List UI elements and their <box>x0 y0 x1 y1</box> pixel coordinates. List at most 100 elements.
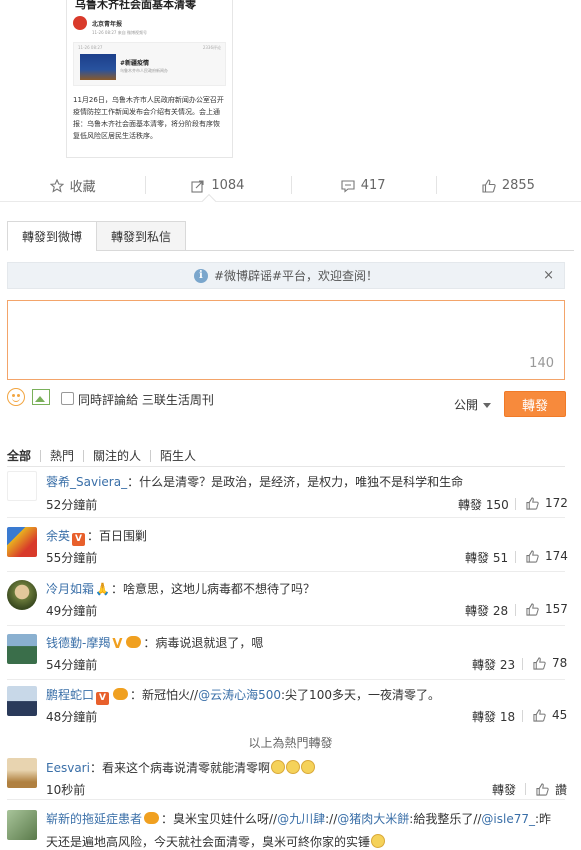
comment-like-button[interactable]: 讚 <box>536 781 567 798</box>
also-comment-checkbox[interactable] <box>61 392 74 405</box>
avatar[interactable] <box>7 580 37 610</box>
comment-icon <box>341 179 355 193</box>
close-icon[interactable]: × <box>543 268 554 283</box>
account-logo <box>73 16 87 30</box>
member-badge-icon <box>144 812 160 824</box>
preview-topic-sub: 乌鲁木齐市人民政府新闻办 <box>120 68 168 73</box>
favorite-button[interactable]: 收藏 <box>0 170 145 201</box>
tab-forward-to-weibo[interactable]: 轉發到微博 <box>7 221 98 251</box>
embedded-article-preview[interactable]: 乌鲁木齐社会面基本清零 北京青年报 11-26 08:27 来自 微博视频号 1… <box>66 0 233 158</box>
chevron-down-icon <box>483 403 492 408</box>
mention-link[interactable]: @云涛心海500 <box>198 688 281 702</box>
visibility-label: 公開 <box>454 398 479 412</box>
comment-body-line2: 天还是遍地高风险，今天就社会面清零，臭米可終你家的实锤 <box>46 835 371 849</box>
avatar[interactable] <box>7 686 37 716</box>
comment-like-button[interactable]: 172 <box>526 496 568 510</box>
comment-user[interactable]: 钱德勤-摩羯 <box>46 636 110 650</box>
emoji-icon[interactable] <box>7 388 25 406</box>
preview-card-count: 2336评论 <box>202 45 221 50</box>
comment-like-button[interactable]: 78 <box>533 656 567 670</box>
action-separator <box>525 783 526 795</box>
preview-account-name: 北京青年报 <box>92 20 123 28</box>
comment-like-count: 172 <box>545 496 568 510</box>
action-separator <box>522 710 523 722</box>
avatar[interactable] <box>7 758 37 788</box>
hands-emoji-icon: 🙏 <box>95 582 110 596</box>
comment-forward-button[interactable]: 轉發 28 <box>465 602 508 619</box>
comment-user[interactable]: 冷月如霜 <box>46 582 94 596</box>
comment-text: 蓉希_Saviera_：什么是清零？是政治，是经济，是权力，唯独不是科学和生命 <box>46 473 463 490</box>
comment-body-rest: :尖了100多天，一夜清零了。 <box>281 688 440 702</box>
comment-like-count: 157 <box>545 602 568 616</box>
comment-body-part: :給我整乐了// <box>409 812 482 826</box>
forward-text-input[interactable] <box>8 301 564 379</box>
comment-body: ：百日围剿 <box>87 529 148 543</box>
preview-card-meta: 11-26 08:27 2336评论 <box>74 43 225 53</box>
list-item: 余英 V ：百日围剿 55分鐘前 轉發 51 174 <box>7 521 568 572</box>
forward-count: 1084 <box>211 178 245 193</box>
mention-link[interactable]: @猪肉大米餅 <box>337 812 409 826</box>
filter-hot[interactable]: 熱門 <box>41 447 83 464</box>
comment-like-button[interactable]: 45 <box>533 708 567 722</box>
star-icon <box>49 178 64 193</box>
avatar[interactable] <box>7 810 37 840</box>
comment-button[interactable]: 417 <box>290 170 436 201</box>
tabs-divider <box>96 250 574 251</box>
like-button[interactable]: 2855 <box>435 170 581 201</box>
preview-video-thumbnail[interactable] <box>80 54 116 80</box>
comment-text: 鹏程蛇口 V ：新冠怕火//@云涛心海500:尖了100多天，一夜清零了。 <box>46 686 440 705</box>
comment-forward-button[interactable]: 轉發 <box>492 781 516 798</box>
comment-like-button[interactable]: 157 <box>526 602 568 616</box>
also-comment-label: 同時評論給 三联生活周刊 <box>78 393 214 407</box>
avatar[interactable] <box>7 634 37 664</box>
mention-link[interactable]: @isle77_ <box>481 812 535 826</box>
verified-badge: V <box>112 637 123 652</box>
image-icon[interactable] <box>32 389 50 405</box>
comment-user[interactable]: Eesvari <box>46 761 90 775</box>
submit-forward-button[interactable]: 轉發 <box>504 391 566 417</box>
thumbs-up-icon <box>526 496 539 510</box>
comment-forward-button[interactable]: 轉發 23 <box>472 656 515 673</box>
comment-user[interactable]: 崭新的拖延症患者 <box>46 812 142 826</box>
preview-topic-tag: #新疆疫情 <box>120 60 150 67</box>
tab-forward-to-message[interactable]: 轉發到私信 <box>97 221 187 251</box>
comment-user[interactable]: 蓉希_Saviera_ <box>46 475 127 489</box>
filter-all[interactable]: 全部 <box>7 447 40 464</box>
comment-like-button[interactable]: 174 <box>526 549 568 563</box>
filter-following[interactable]: 關注的人 <box>84 447 150 464</box>
comment-time: 54分鐘前 <box>46 658 98 672</box>
smile-emoji-icon <box>300 760 315 774</box>
comment-time: 52分鐘前 <box>46 498 98 512</box>
forward-button[interactable]: 1084 <box>145 170 290 201</box>
rumor-notice-bar: i #微博辟谣#平台，欢迎查阅！ × <box>7 262 565 289</box>
visibility-dropdown[interactable]: 公開 <box>454 396 492 413</box>
forward-icon <box>191 179 204 193</box>
preview-video-card[interactable]: 11-26 08:27 2336评论 #新疆疫情 乌鲁木齐市人民政府新闻办 <box>73 42 226 86</box>
notice-text[interactable]: #微博辟谣#平台，欢迎查阅！ <box>214 267 378 284</box>
member-badge-icon <box>126 636 142 648</box>
thumbs-up-icon <box>526 602 539 616</box>
forward-composer: 140 <box>7 300 565 380</box>
comment-time: 55分鐘前 <box>46 551 98 565</box>
avatar[interactable] <box>7 471 37 501</box>
comment-forward-button[interactable]: 轉發 51 <box>465 549 508 566</box>
thumbs-up-icon <box>533 708 546 722</box>
comment-text: 冷月如霜🙏：啥意思，这地儿病毒都不想待了吗？ <box>46 580 315 597</box>
smile-emoji-icon <box>371 834 386 848</box>
thumbs-up-icon <box>536 783 549 796</box>
composer-toolbar: 同時評論給 三联生活周刊 公開 轉發 <box>7 388 567 417</box>
avatar[interactable] <box>7 527 37 557</box>
comment-forward-button[interactable]: 轉發 150 <box>458 496 509 513</box>
comment-user[interactable]: 鹏程蛇口 <box>46 688 94 702</box>
filters-divider <box>7 466 565 467</box>
post-action-bar: 收藏 1084 417 2855 <box>0 170 581 202</box>
comment-filters: 全部 熱門 關注的人 陌生人 <box>7 447 205 464</box>
mention-link[interactable]: @九川肆 <box>277 812 325 826</box>
favorite-label: 收藏 <box>69 180 96 195</box>
comment-forward-button[interactable]: 轉發 18 <box>472 708 515 725</box>
comment-body: ：病毒说退就退了，嗯 <box>143 636 264 650</box>
comment-body: ：臭米宝贝娃什么呀// <box>161 812 278 826</box>
filter-strangers[interactable]: 陌生人 <box>151 447 205 464</box>
comment-user[interactable]: 余英 <box>46 529 70 543</box>
comment-like-count: 174 <box>545 549 568 563</box>
